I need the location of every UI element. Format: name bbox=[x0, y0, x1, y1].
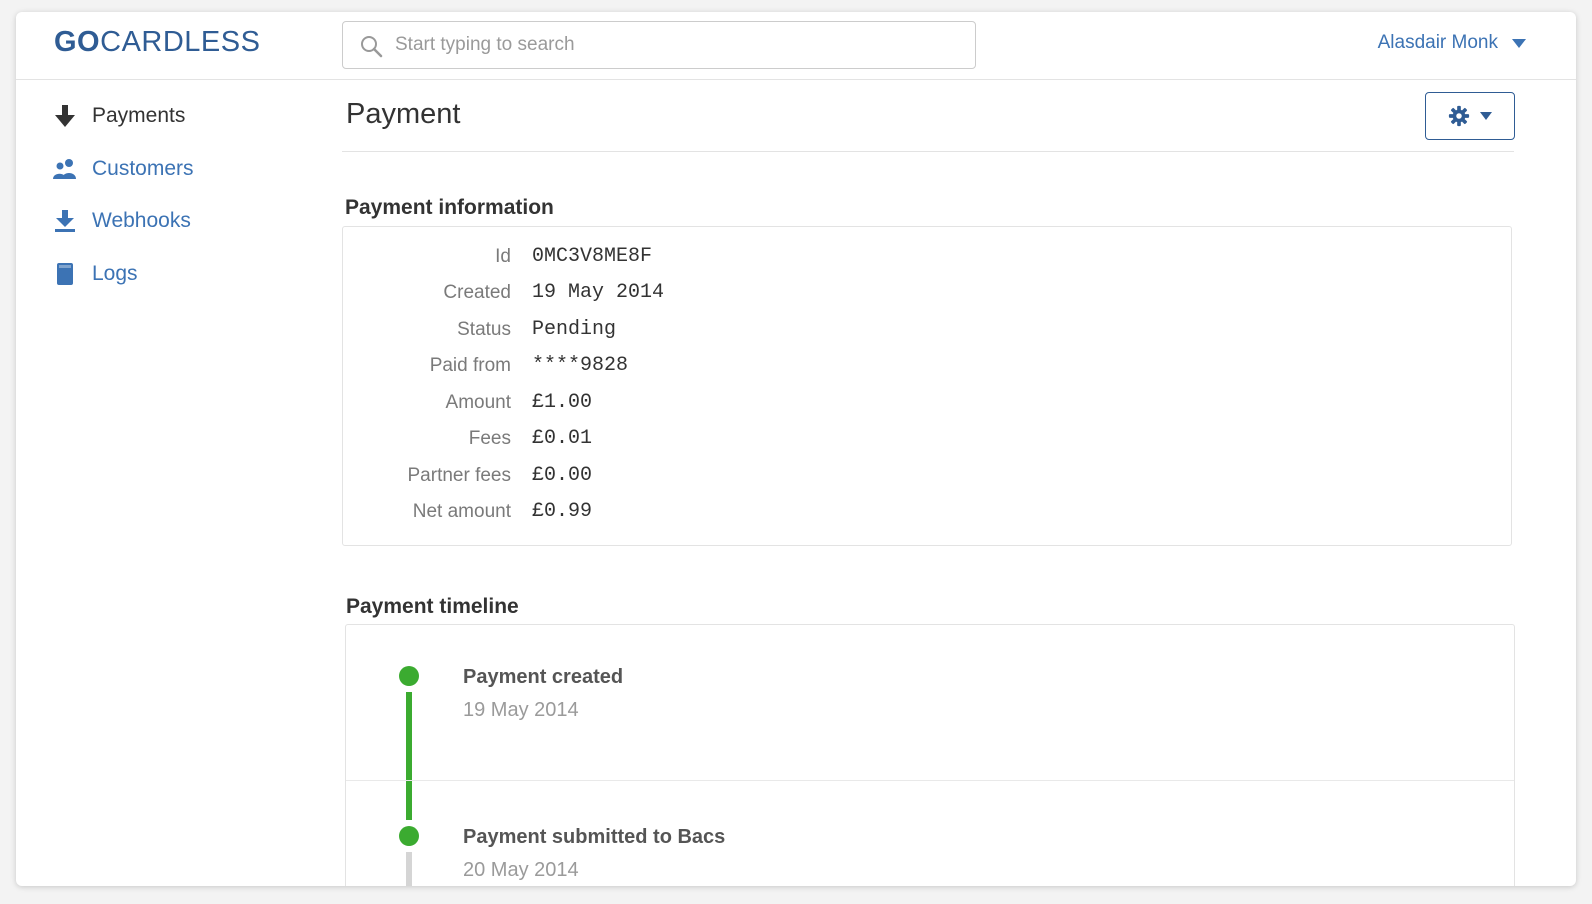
page-title: Payment bbox=[346, 98, 461, 130]
timeline-event-title: Payment created bbox=[463, 666, 624, 688]
timeline-dot bbox=[399, 826, 419, 846]
info-value: 19 May 2014 bbox=[532, 281, 665, 304]
info-value: 0MC3V8ME8F bbox=[532, 245, 653, 268]
top-bar: GOCARDLESS Alasdair Monk bbox=[16, 12, 1576, 80]
payment-information-panel: Id 0MC3V8ME8F Created 19 May 2014 Status… bbox=[342, 226, 1512, 546]
info-label: Fees bbox=[468, 428, 511, 449]
user-menu-button[interactable]: Alasdair Monk bbox=[1378, 32, 1526, 54]
sidebar-item-label: Webhooks bbox=[92, 209, 191, 232]
info-label: Partner fees bbox=[407, 465, 512, 486]
timeline-event-date: 20 May 2014 bbox=[463, 859, 579, 881]
info-label: Paid from bbox=[429, 355, 511, 376]
arrow-down-icon bbox=[52, 103, 78, 129]
timeline-connector-pending bbox=[406, 852, 412, 886]
info-label: Status bbox=[457, 319, 511, 340]
timeline-event-date: 19 May 2014 bbox=[463, 699, 579, 721]
payment-information-heading: Payment information bbox=[345, 196, 554, 219]
book-icon bbox=[52, 261, 78, 287]
user-name: Alasdair Monk bbox=[1377, 32, 1498, 53]
info-row-status: Status Pending bbox=[343, 315, 1511, 345]
search-input[interactable] bbox=[395, 28, 955, 62]
timeline-divider bbox=[346, 780, 1514, 781]
info-label: Id bbox=[495, 246, 511, 267]
timeline-event-title: Payment submitted to Bacs bbox=[463, 826, 726, 848]
info-row-created: Created 19 May 2014 bbox=[343, 278, 1511, 308]
payment-timeline-panel: Payment created 19 May 2014 Payment subm… bbox=[345, 624, 1515, 886]
info-row-paid-from: Paid from ****9828 bbox=[343, 351, 1511, 381]
caret-down-icon bbox=[1480, 112, 1492, 120]
gocardless-logo[interactable]: GOCARDLESS bbox=[54, 26, 260, 59]
sidebar-item-payments[interactable]: Payments bbox=[52, 98, 185, 134]
logo-go: GO bbox=[54, 26, 101, 58]
sidebar-item-label: Payments bbox=[92, 104, 186, 127]
users-icon bbox=[52, 156, 78, 182]
sidebar-item-label: Customers bbox=[92, 157, 194, 180]
timeline-connector bbox=[406, 692, 412, 820]
sidebar-item-logs[interactable]: Logs bbox=[52, 256, 138, 292]
info-value: £1.00 bbox=[532, 391, 593, 414]
search-icon bbox=[361, 36, 383, 58]
info-value: £0.01 bbox=[532, 427, 593, 450]
search-box bbox=[342, 21, 976, 69]
logo-cardless: CARDLESS bbox=[100, 26, 261, 58]
info-row-partner-fees: Partner fees £0.00 bbox=[343, 461, 1511, 491]
settings-dropdown-button[interactable] bbox=[1425, 92, 1515, 140]
info-value: £0.99 bbox=[532, 500, 593, 523]
info-row-net-amount: Net amount £0.99 bbox=[343, 497, 1511, 527]
info-row-amount: Amount £1.00 bbox=[343, 388, 1511, 418]
info-row-fees: Fees £0.01 bbox=[343, 424, 1511, 454]
info-value: £0.00 bbox=[532, 464, 593, 487]
app-window: GOCARDLESS Alasdair Monk Payments bbox=[16, 12, 1576, 886]
download-icon bbox=[52, 208, 78, 234]
sidebar-item-label: Logs bbox=[92, 262, 138, 285]
info-value: Pending bbox=[532, 318, 617, 341]
sidebar-item-customers[interactable]: Customers bbox=[52, 151, 194, 187]
caret-down-icon bbox=[1512, 38, 1526, 48]
info-value: ****9828 bbox=[532, 354, 629, 377]
sidebar-item-webhooks[interactable]: Webhooks bbox=[52, 203, 191, 239]
info-label: Net amount bbox=[412, 501, 511, 522]
payment-timeline-heading: Payment timeline bbox=[346, 595, 519, 618]
title-divider bbox=[342, 151, 1514, 152]
timeline-dot bbox=[399, 666, 419, 686]
info-label: Amount bbox=[445, 392, 511, 413]
info-label: Created bbox=[443, 282, 511, 303]
info-row-id: Id 0MC3V8ME8F bbox=[343, 242, 1511, 272]
gear-icon bbox=[1448, 105, 1470, 127]
